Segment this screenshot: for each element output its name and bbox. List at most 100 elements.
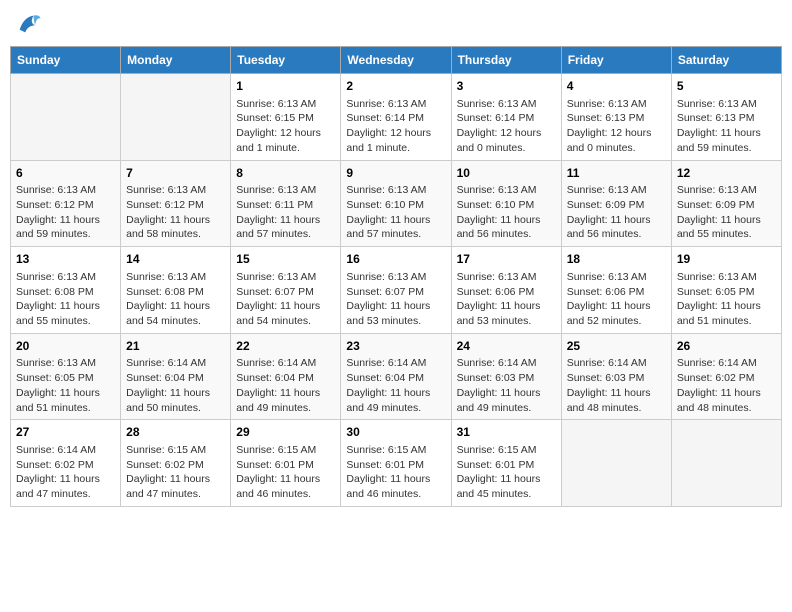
calendar-cell: 23Sunrise: 6:14 AM Sunset: 6:04 PM Dayli…: [341, 333, 451, 420]
calendar-cell: 9Sunrise: 6:13 AM Sunset: 6:10 PM Daylig…: [341, 160, 451, 247]
day-info: Sunrise: 6:14 AM Sunset: 6:02 PM Dayligh…: [677, 356, 776, 415]
calendar-header-monday: Monday: [121, 47, 231, 74]
day-number: 8: [236, 165, 335, 182]
logo: [14, 10, 46, 38]
day-info: Sunrise: 6:14 AM Sunset: 6:03 PM Dayligh…: [457, 356, 556, 415]
calendar-cell: 15 Sunrise: 6:13 AM Sunset: 6:07 PM Dayli…: [231, 247, 341, 334]
day-info: Sunrise: 6:13 AM Sunset: 6:13 PM Dayligh…: [677, 97, 776, 156]
day-number: 11: [567, 165, 666, 182]
calendar-cell: 22Sunrise: 6:14 AM Sunset: 6:04 PM Dayli…: [231, 333, 341, 420]
calendar-cell: 25Sunrise: 6:14 AM Sunset: 6:03 PM Dayli…: [561, 333, 671, 420]
day-info: Sunrise: 6:13 AM Sunset: 6:10 PM Dayligh…: [457, 183, 556, 242]
day-number: 31: [457, 424, 556, 441]
day-info: Sunrise: 6:13 AM Sunset: 6:07 PM Dayligh…: [346, 270, 445, 329]
calendar-cell: 20Sunrise: 6:13 AM Sunset: 6:05 PM Dayli…: [11, 333, 121, 420]
day-number: 10: [457, 165, 556, 182]
day-number: 16: [346, 251, 445, 268]
calendar-header-sunday: Sunday: [11, 47, 121, 74]
logo-bird-icon: [14, 10, 42, 38]
day-info: Sunrise: 6:14 AM Sunset: 6:04 PM Dayligh…: [126, 356, 225, 415]
day-number: 17: [457, 251, 556, 268]
day-number: 19: [677, 251, 776, 268]
day-number: 2: [346, 78, 445, 95]
calendar-cell: 18Sunrise: 6:13 AM Sunset: 6:06 PM Dayli…: [561, 247, 671, 334]
calendar-week-row: 6Sunrise: 6:13 AM Sunset: 6:12 PM Daylig…: [11, 160, 782, 247]
calendar-header-wednesday: Wednesday: [341, 47, 451, 74]
day-info: Sunrise: 6:15 AM Sunset: 6:01 PM Dayligh…: [457, 443, 556, 502]
day-info: Sunrise: 6:14 AM Sunset: 6:04 PM Dayligh…: [346, 356, 445, 415]
day-info: Sunrise: 6:15 AM Sunset: 6:01 PM Dayligh…: [236, 443, 335, 502]
calendar-cell: 13 Sunrise: 6:13 AM Sunset: 6:08 PM Dayli…: [11, 247, 121, 334]
calendar-cell: [561, 420, 671, 507]
day-number: 21: [126, 338, 225, 355]
day-number: 15: [236, 251, 335, 268]
calendar-cell: 24Sunrise: 6:14 AM Sunset: 6:03 PM Dayli…: [451, 333, 561, 420]
calendar-cell: 4 Sunrise: 6:13 AM Sunset: 6:13 PM Daylig…: [561, 74, 671, 161]
day-info: Sunrise: 6:13 AM Sunset: 6:05 PM Dayligh…: [16, 356, 115, 415]
calendar-cell: [121, 74, 231, 161]
calendar-header-saturday: Saturday: [671, 47, 781, 74]
calendar-week-row: 27 Sunrise: 6:14 AM Sunset: 6:02 PM Dayli…: [11, 420, 782, 507]
day-number: 27: [16, 424, 115, 441]
day-info: Sunrise: 6:14 AM Sunset: 6:02 PM Dayligh…: [16, 443, 115, 502]
calendar-cell: 11Sunrise: 6:13 AM Sunset: 6:09 PM Dayli…: [561, 160, 671, 247]
day-number: 20: [16, 338, 115, 355]
calendar-cell: 21Sunrise: 6:14 AM Sunset: 6:04 PM Dayli…: [121, 333, 231, 420]
calendar-cell: 10Sunrise: 6:13 AM Sunset: 6:10 PM Dayli…: [451, 160, 561, 247]
calendar-cell: 3 Sunrise: 6:13 AM Sunset: 6:14 PM Daylig…: [451, 74, 561, 161]
day-info: Sunrise: 6:13 AM Sunset: 6:08 PM Dayligh…: [126, 270, 225, 329]
day-number: 9: [346, 165, 445, 182]
day-number: 4: [567, 78, 666, 95]
calendar-cell: 7Sunrise: 6:13 AM Sunset: 6:12 PM Daylig…: [121, 160, 231, 247]
day-number: 30: [346, 424, 445, 441]
page-header: [10, 10, 782, 38]
day-info: Sunrise: 6:13 AM Sunset: 6:10 PM Dayligh…: [346, 183, 445, 242]
calendar-cell: 26Sunrise: 6:14 AM Sunset: 6:02 PM Dayli…: [671, 333, 781, 420]
day-number: 26: [677, 338, 776, 355]
calendar-cell: [671, 420, 781, 507]
calendar-cell: 14 Sunrise: 6:13 AM Sunset: 6:08 PM Dayli…: [121, 247, 231, 334]
calendar-cell: [11, 74, 121, 161]
day-number: 6: [16, 165, 115, 182]
day-info: Sunrise: 6:13 AM Sunset: 6:13 PM Dayligh…: [567, 97, 666, 156]
calendar-header-thursday: Thursday: [451, 47, 561, 74]
day-info: Sunrise: 6:13 AM Sunset: 6:06 PM Dayligh…: [567, 270, 666, 329]
calendar-cell: 28 Sunrise: 6:15 AM Sunset: 6:02 PM Dayli…: [121, 420, 231, 507]
day-info: Sunrise: 6:13 AM Sunset: 6:15 PM Dayligh…: [236, 97, 335, 156]
day-info: Sunrise: 6:15 AM Sunset: 6:02 PM Dayligh…: [126, 443, 225, 502]
calendar-cell: 31 Sunrise: 6:15 AM Sunset: 6:01 PM Dayli…: [451, 420, 561, 507]
calendar-cell: 12Sunrise: 6:13 AM Sunset: 6:09 PM Dayli…: [671, 160, 781, 247]
calendar-header-friday: Friday: [561, 47, 671, 74]
day-info: Sunrise: 6:13 AM Sunset: 6:12 PM Dayligh…: [126, 183, 225, 242]
calendar-cell: 30Sunrise: 6:15 AM Sunset: 6:01 PM Dayli…: [341, 420, 451, 507]
day-info: Sunrise: 6:13 AM Sunset: 6:08 PM Dayligh…: [16, 270, 115, 329]
day-number: 5: [677, 78, 776, 95]
day-info: Sunrise: 6:13 AM Sunset: 6:14 PM Dayligh…: [346, 97, 445, 156]
day-info: Sunrise: 6:13 AM Sunset: 6:09 PM Dayligh…: [677, 183, 776, 242]
calendar-cell: 2 Sunrise: 6:13 AM Sunset: 6:14 PM Daylig…: [341, 74, 451, 161]
day-info: Sunrise: 6:13 AM Sunset: 6:14 PM Dayligh…: [457, 97, 556, 156]
calendar-header-row: SundayMondayTuesdayWednesdayThursdayFrid…: [11, 47, 782, 74]
calendar-cell: 6Sunrise: 6:13 AM Sunset: 6:12 PM Daylig…: [11, 160, 121, 247]
day-number: 12: [677, 165, 776, 182]
calendar-cell: 27 Sunrise: 6:14 AM Sunset: 6:02 PM Dayli…: [11, 420, 121, 507]
day-number: 3: [457, 78, 556, 95]
day-info: Sunrise: 6:13 AM Sunset: 6:07 PM Dayligh…: [236, 270, 335, 329]
day-number: 29: [236, 424, 335, 441]
day-info: Sunrise: 6:13 AM Sunset: 6:12 PM Dayligh…: [16, 183, 115, 242]
calendar-week-row: 1Sunrise: 6:13 AM Sunset: 6:15 PM Daylig…: [11, 74, 782, 161]
day-number: 25: [567, 338, 666, 355]
day-number: 14: [126, 251, 225, 268]
day-info: Sunrise: 6:13 AM Sunset: 6:06 PM Dayligh…: [457, 270, 556, 329]
calendar-week-row: 13 Sunrise: 6:13 AM Sunset: 6:08 PM Dayli…: [11, 247, 782, 334]
day-info: Sunrise: 6:13 AM Sunset: 6:11 PM Dayligh…: [236, 183, 335, 242]
day-info: Sunrise: 6:13 AM Sunset: 6:09 PM Dayligh…: [567, 183, 666, 242]
calendar-cell: 16 Sunrise: 6:13 AM Sunset: 6:07 PM Dayli…: [341, 247, 451, 334]
day-number: 23: [346, 338, 445, 355]
day-number: 7: [126, 165, 225, 182]
day-number: 22: [236, 338, 335, 355]
calendar-header-tuesday: Tuesday: [231, 47, 341, 74]
day-number: 13: [16, 251, 115, 268]
day-info: Sunrise: 6:14 AM Sunset: 6:04 PM Dayligh…: [236, 356, 335, 415]
day-number: 28: [126, 424, 225, 441]
